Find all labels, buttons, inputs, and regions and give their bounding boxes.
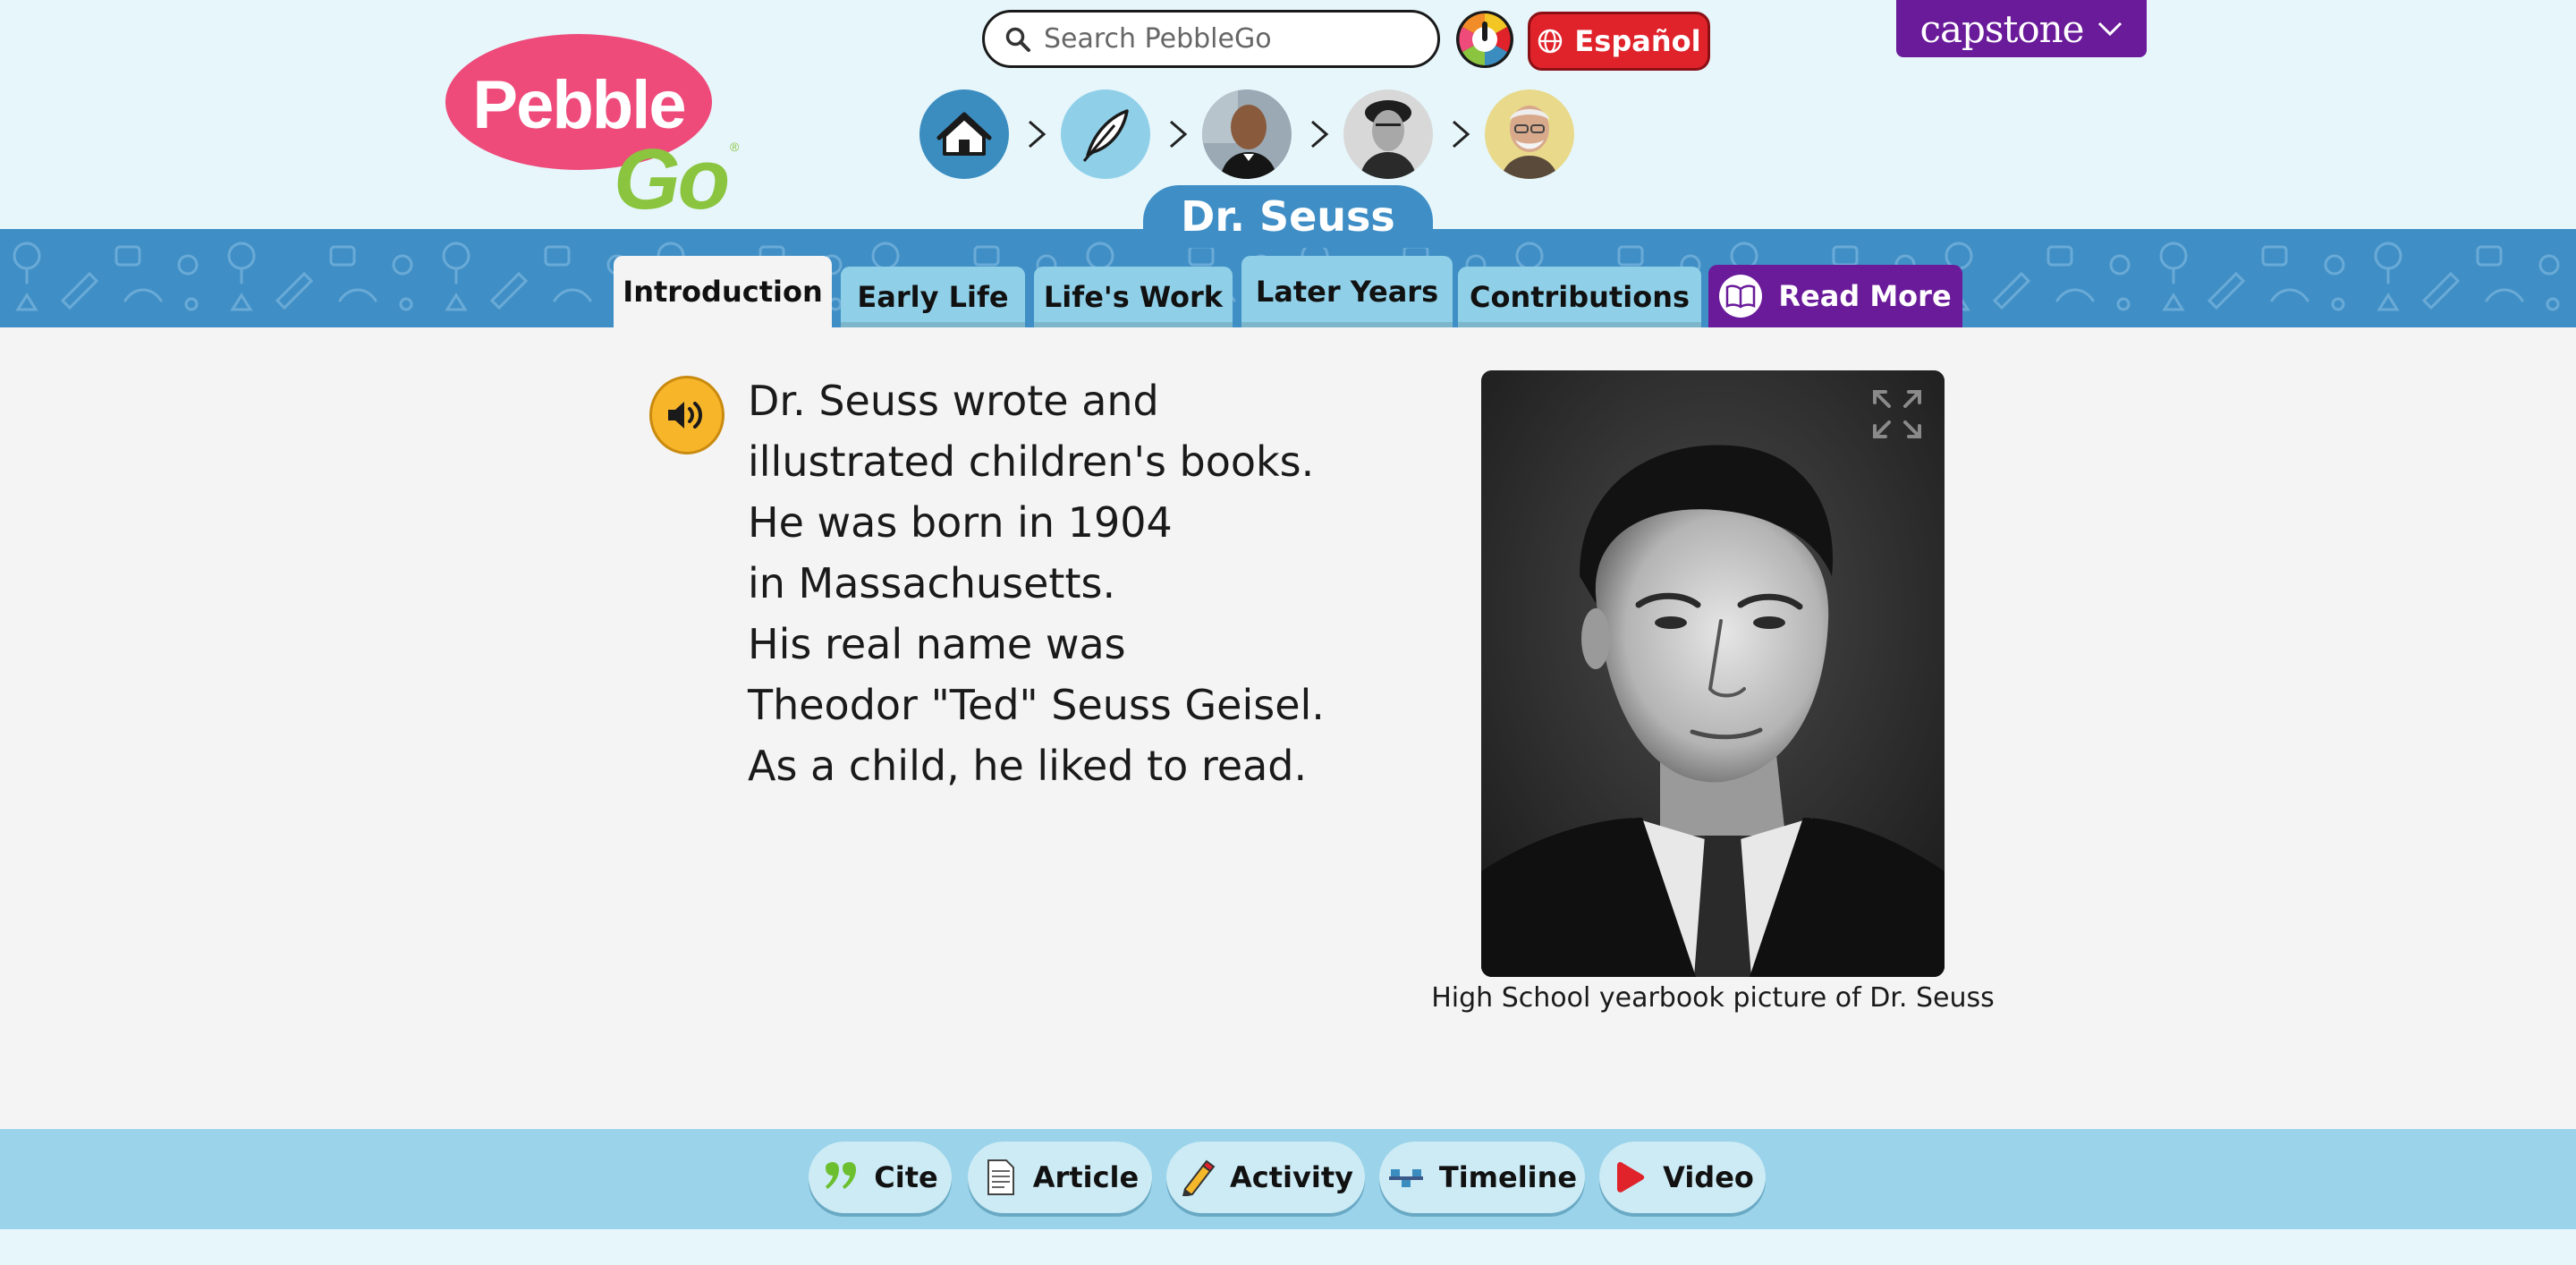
language-label: Español: [1574, 24, 1701, 58]
breadcrumb-chevron-icon: [1453, 120, 1470, 149]
tab-introduction[interactable]: Introduction: [614, 256, 832, 327]
book-icon: [1719, 275, 1763, 318]
activity-label: Activity: [1230, 1160, 1353, 1194]
search-input[interactable]: [1044, 23, 1419, 55]
capstone-label: capstone: [1919, 6, 2084, 51]
search-icon: [1005, 27, 1030, 52]
tab-contributions[interactable]: Contributions: [1458, 267, 1701, 327]
timeline-icon: [1388, 1169, 1423, 1187]
breadcrumb-person-2[interactable]: [1343, 89, 1433, 179]
tab-later-years[interactable]: Later Years: [1241, 256, 1453, 327]
breadcrumb-chevron-icon: [1029, 120, 1046, 149]
article-line: Theodor "Ted" Seuss Geisel.: [748, 681, 1325, 729]
timeline-button[interactable]: Timeline: [1379, 1142, 1585, 1213]
portrait-image: [1481, 370, 1945, 977]
globe-icon: [1538, 29, 1563, 54]
timeline-label: Timeline: [1438, 1160, 1578, 1194]
article-line: Dr. Seuss wrote and: [748, 377, 1159, 425]
chevron-down-icon: [2097, 21, 2122, 37]
breadcrumb-person-3[interactable]: [1485, 89, 1574, 179]
language-button[interactable]: Español: [1528, 12, 1710, 71]
photo-caption: High School yearbook picture of Dr. Seus…: [1431, 982, 1995, 1014]
article-line: in Massachusetts.: [748, 559, 1116, 607]
article-line: illustrated children's books.: [748, 437, 1315, 486]
expand-icon[interactable]: [1869, 386, 1925, 442]
play-icon: [1617, 1162, 1645, 1193]
breadcrumb-writers[interactable]: [1061, 89, 1150, 179]
article-line: As a child, he liked to read.: [748, 742, 1308, 790]
person-thumbnail: [1343, 89, 1433, 179]
person-thumbnail: [1202, 89, 1292, 179]
breadcrumb-home[interactable]: [919, 89, 1009, 179]
person-thumbnail: [1485, 89, 1574, 179]
capstone-menu[interactable]: capstone: [1896, 0, 2147, 57]
cite-button[interactable]: Cite: [809, 1142, 952, 1213]
feather-icon: [1082, 109, 1129, 162]
yearbook-photo[interactable]: [1481, 370, 1945, 977]
article-line: His real name was: [748, 620, 1126, 668]
article-text: Dr. Seuss wrote and illustrated children…: [748, 370, 1325, 796]
quote-icon: [826, 1162, 857, 1189]
page-title: Dr. Seuss: [1143, 185, 1433, 248]
tab-lifes-work[interactable]: Life's Work: [1034, 267, 1233, 327]
article-button[interactable]: Article: [968, 1142, 1152, 1213]
pebblego-logo[interactable]: Pebble Go ®: [445, 34, 741, 227]
video-label: Video: [1663, 1160, 1754, 1194]
speaker-icon: [668, 402, 702, 429]
logo-text-go: Go: [614, 132, 730, 227]
activity-button[interactable]: Activity: [1166, 1142, 1365, 1213]
search-box[interactable]: [982, 10, 1440, 68]
breadcrumb-chevron-icon: [1170, 120, 1188, 149]
tab-early-life[interactable]: Early Life: [841, 267, 1025, 327]
home-icon: [936, 112, 992, 156]
logo-registered-mark: ®: [730, 140, 740, 154]
read-more-label: Read More: [1778, 279, 1952, 313]
breadcrumb-person-1[interactable]: [1202, 89, 1292, 179]
color-wheel-icon[interactable]: [1454, 9, 1515, 70]
article-icon: [987, 1159, 1014, 1195]
video-button[interactable]: Video: [1599, 1142, 1766, 1213]
article-label: Article: [1032, 1160, 1140, 1194]
footer-strip: [0, 1229, 2576, 1265]
article-line: He was born in 1904: [748, 498, 1173, 547]
breadcrumb-chevron-icon: [1311, 120, 1329, 149]
pencil-icon: [1182, 1159, 1216, 1196]
audio-button[interactable]: [649, 376, 724, 454]
tab-read-more[interactable]: Read More: [1708, 265, 1962, 327]
cite-label: Cite: [874, 1160, 938, 1194]
